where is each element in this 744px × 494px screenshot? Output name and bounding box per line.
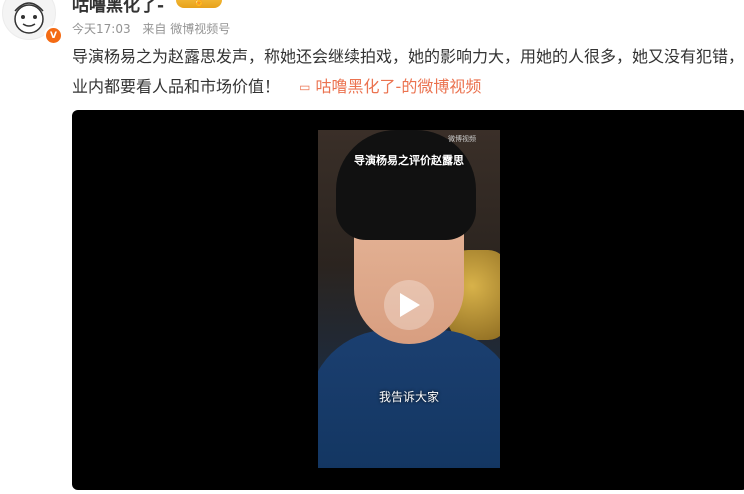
video-link-icon: ▭ xyxy=(299,80,311,94)
video-link[interactable]: 咕噜黑化了-的微博视频 xyxy=(316,77,482,96)
post-time[interactable]: 今天17:03 xyxy=(72,22,131,36)
person-hair xyxy=(336,130,476,240)
rank-badge: 🏅 xyxy=(176,0,222,8)
post-meta: 今天17:03 来自 微博视频号 xyxy=(72,20,238,37)
post-body: 导演杨易之为赵露思发声，称她还会继续拍戏，她的影响力大，用她的人很多，她又没有犯… xyxy=(72,42,744,102)
verified-badge: V xyxy=(44,26,63,45)
video-player[interactable]: 微博视频 导演杨易之评价赵露思 我告诉大家 xyxy=(72,110,744,490)
username[interactable]: 咕噜黑化了- xyxy=(72,0,164,16)
play-icon xyxy=(400,293,420,317)
video-subtitle: 我告诉大家 xyxy=(378,390,439,404)
play-button[interactable] xyxy=(384,280,434,330)
video-overlay-title: 导演杨易之评价赵露思 xyxy=(354,154,464,167)
post-source: 来自 微博视频号 xyxy=(142,22,231,36)
medal-icon: 🏅 xyxy=(192,0,206,7)
video-watermark: 微博视频 xyxy=(448,135,476,143)
